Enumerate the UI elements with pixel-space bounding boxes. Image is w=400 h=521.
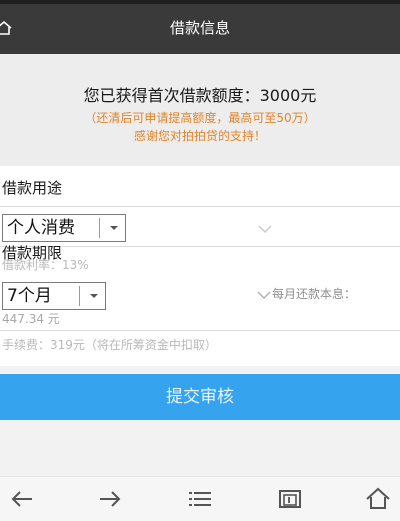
monthly-payment-label: 每月还款本息： — [272, 287, 357, 301]
bottom-nav — [0, 476, 400, 521]
quota-text: 您已获得首次借款额度：3000元 — [83, 86, 317, 105]
loan-form: 借款用途 个人消费 借款期限 借款利率：13% 7个月 每月还款本息： 447.… — [0, 166, 400, 366]
purpose-select[interactable]: 个人消费 — [2, 214, 126, 242]
select-separator — [79, 286, 80, 306]
home-icon[interactable] — [364, 485, 392, 513]
submit-button[interactable]: 提交审核 — [0, 374, 400, 420]
chevron-down-icon — [90, 294, 98, 298]
fee-text: 手续费：319元（将在所筹资金中扣取） — [2, 338, 217, 352]
page: 借款信息 您已获得首次借款额度：3000元 （还清后可申请提高额度，最高可至50… — [0, 0, 400, 521]
monthly-payment-value: 447.34 元 — [2, 312, 60, 326]
arrow-left-icon[interactable] — [8, 485, 36, 513]
title-bar: 借款信息 — [0, 0, 400, 54]
rate-text: 借款利率：13% — [2, 258, 89, 272]
divider — [0, 330, 400, 331]
term-select[interactable]: 7个月 — [2, 282, 106, 310]
page-title: 借款信息 — [169, 19, 230, 37]
tabs-icon[interactable] — [276, 485, 304, 513]
status-strip — [0, 0, 400, 4]
quota-note-line1: （还清后可申请提高额度，最高可至50万） — [84, 111, 316, 125]
term-select-value: 7个月 — [7, 286, 52, 306]
purpose-label: 借款用途 — [2, 179, 63, 197]
quota-note-line2: 感谢您对拍拍贷的支持！ — [133, 129, 266, 143]
submit-button-label: 提交审核 — [166, 387, 234, 406]
chevron-down-icon — [257, 291, 271, 299]
menu-icon[interactable] — [186, 485, 214, 513]
divider — [0, 206, 400, 207]
chevron-down-icon — [110, 226, 118, 230]
purpose-select-value: 个人消费 — [7, 218, 75, 238]
chevron-down-icon — [258, 225, 272, 233]
arrow-right-icon[interactable] — [96, 485, 124, 513]
select-separator — [99, 218, 100, 238]
